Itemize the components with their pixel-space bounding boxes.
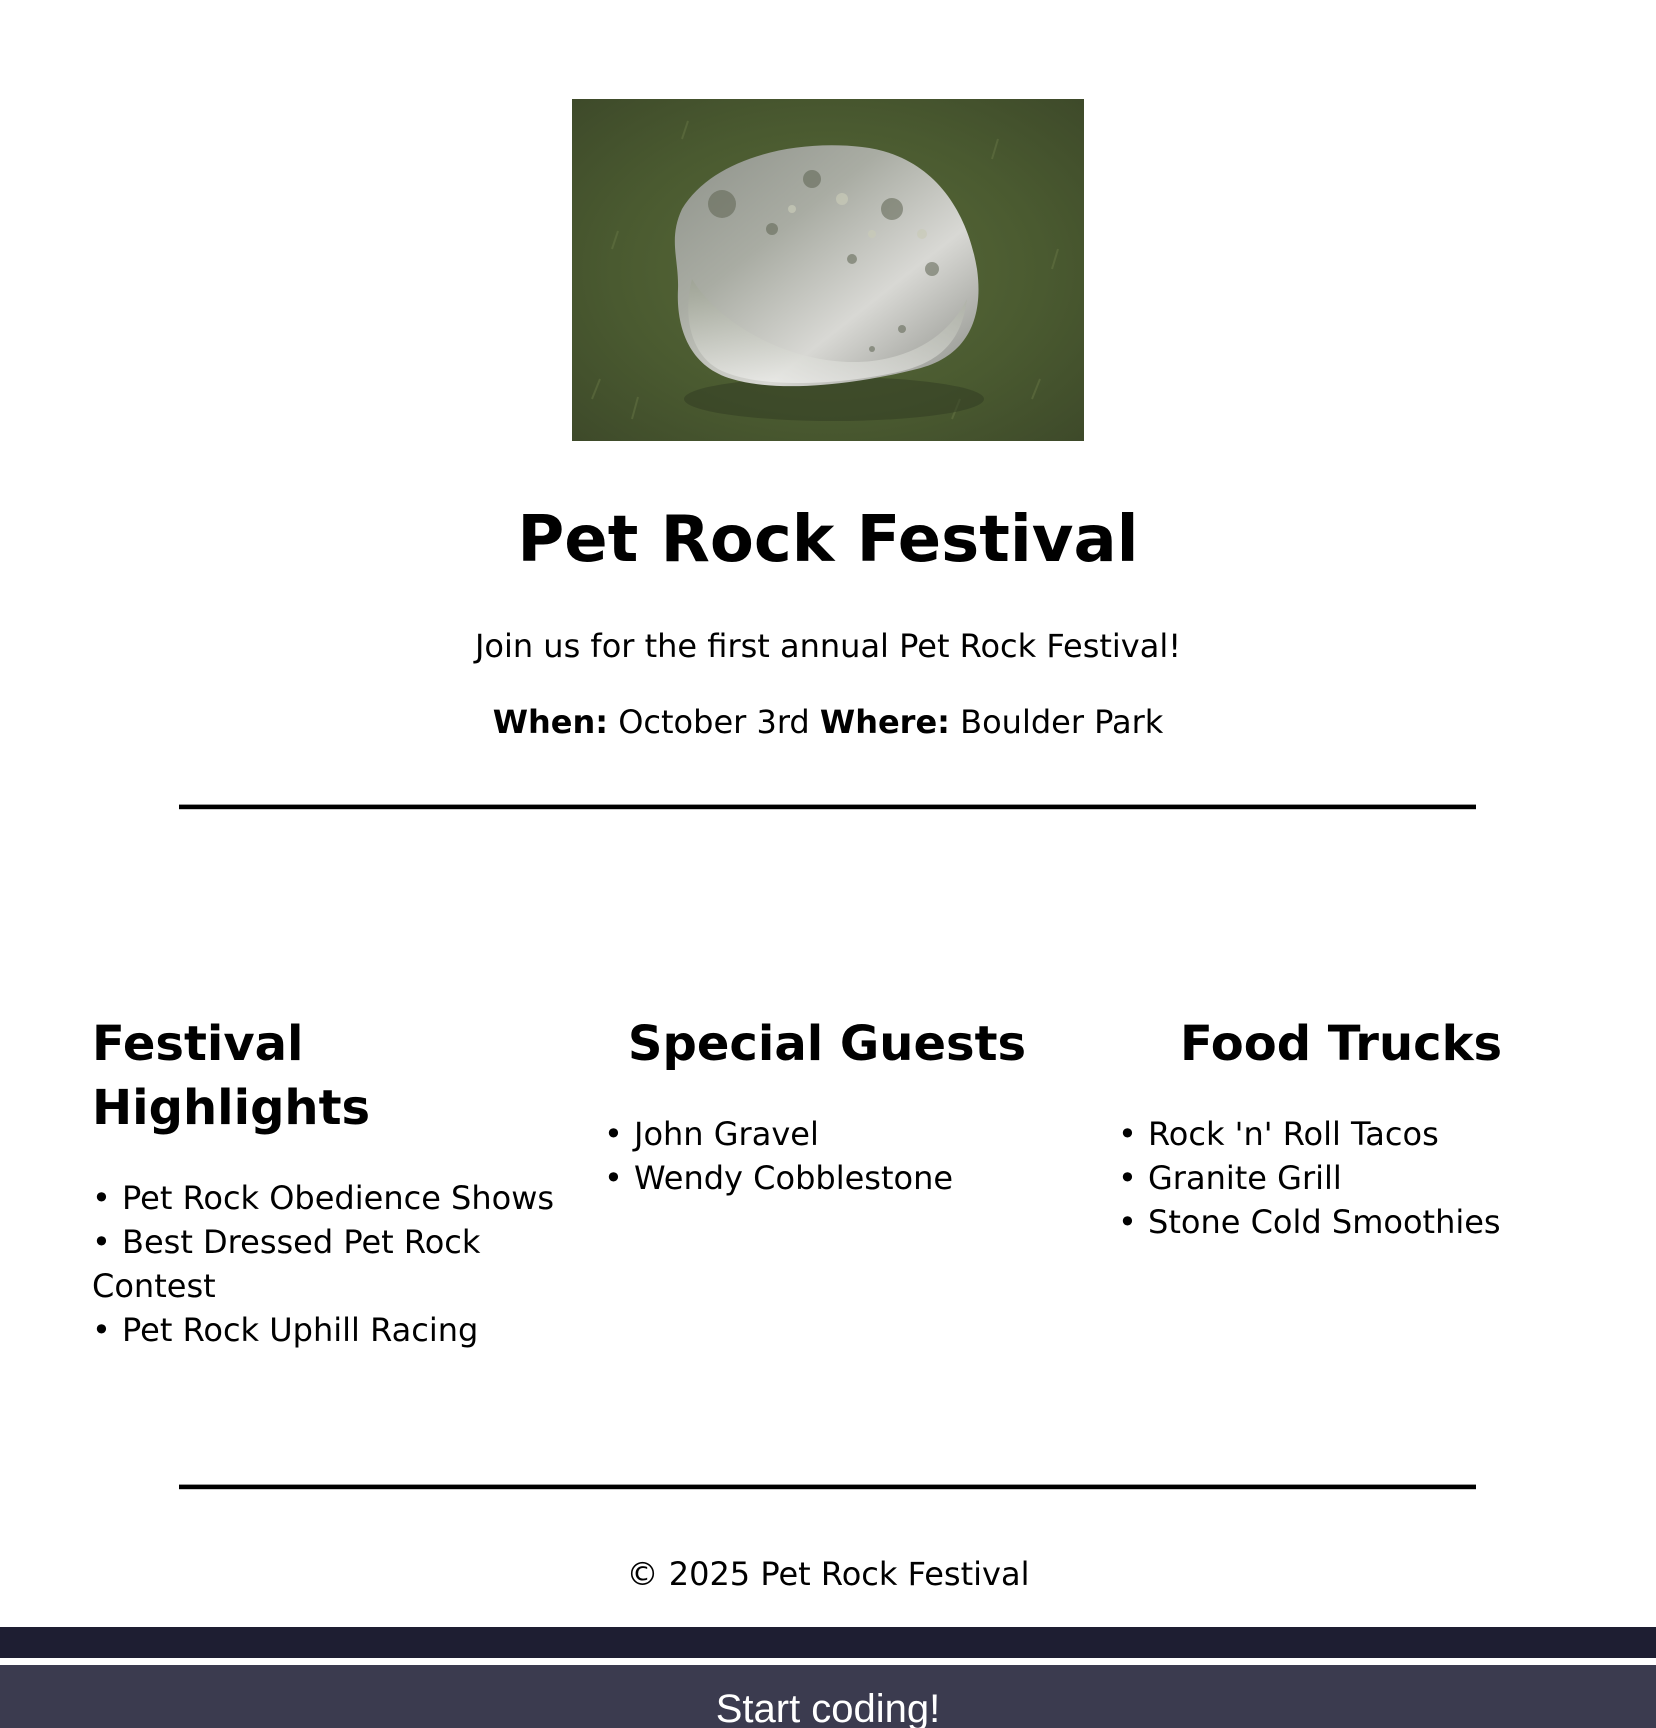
start-coding-button[interactable]: Start coding!	[0, 1665, 1656, 1728]
list-item: Wendy Cobblestone	[604, 1156, 1074, 1200]
page-title: Pet Rock Festival	[517, 503, 1139, 577]
highlights-list: Pet Rock Obedience Shows Best Dressed Pe…	[92, 1176, 562, 1352]
start-coding-label: Start coding!	[715, 1687, 941, 1728]
divider-bottom	[179, 1484, 1476, 1490]
pet-rock-image	[572, 99, 1084, 441]
list-item: Stone Cold Smoothies	[1118, 1200, 1588, 1244]
section-guests: Special Guests John Gravel Wendy Cobbles…	[604, 1012, 1074, 1200]
rock-photo-graphic	[572, 99, 1084, 441]
page: Pet Rock Festival Join us for the first …	[0, 0, 1656, 1728]
list-item: Pet Rock Obedience Shows	[92, 1176, 562, 1220]
when-value: October 3rd	[618, 703, 810, 741]
divider-top	[179, 804, 1476, 810]
where-value: Boulder Park	[960, 703, 1164, 741]
guests-list: John Gravel Wendy Cobblestone	[604, 1112, 1074, 1200]
list-item: Best Dressed Pet Rock Contest	[92, 1220, 562, 1308]
highlights-heading: Festival Highlights	[92, 1016, 371, 1136]
food-heading: Food Trucks	[1179, 1016, 1503, 1072]
event-details: When: October 3rd Where: Boulder Park	[0, 702, 1656, 742]
food-list: Rock 'n' Roll Tacos Granite Grill Stone …	[1118, 1112, 1588, 1244]
list-item: Pet Rock Uphill Racing	[92, 1308, 562, 1352]
list-item: John Gravel	[604, 1112, 1074, 1156]
when-label: When:	[492, 703, 609, 741]
where-label: Where:	[819, 703, 950, 741]
section-highlights: Festival Highlights Pet Rock Obedience S…	[92, 1012, 562, 1352]
section-food-trucks: Food Trucks Rock 'n' Roll Tacos Granite …	[1118, 1012, 1588, 1244]
list-item: Rock 'n' Roll Tacos	[1118, 1112, 1588, 1156]
list-item: Granite Grill	[1118, 1156, 1588, 1200]
intro-text: Join us for the first annual Pet Rock Fe…	[474, 627, 1182, 665]
dark-bar	[0, 1627, 1656, 1658]
guests-heading: Special Guests	[627, 1016, 1027, 1072]
footer-copyright: © 2025 Pet Rock Festival	[626, 1555, 1030, 1593]
